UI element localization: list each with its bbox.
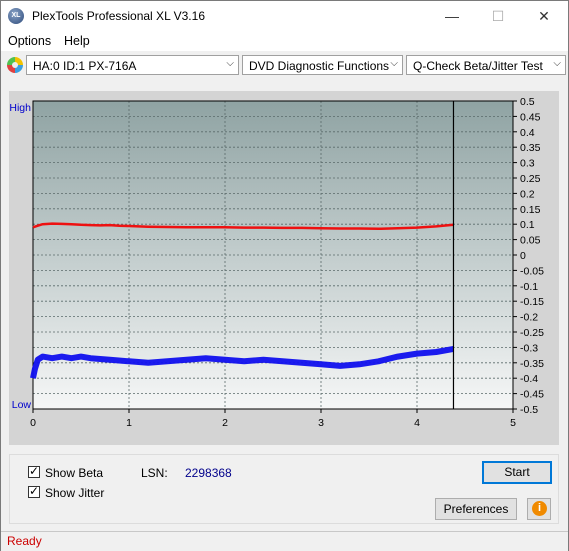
app-window: XL PlexTools Professional XL V3.16 — ☐ ✕… <box>0 0 569 551</box>
chevron-down-icon: ⌵ <box>226 58 234 69</box>
drive-select-value: HA:0 ID:1 PX-716A <box>33 59 137 73</box>
y-tick-label: 0.15 <box>520 204 541 216</box>
x-tick-label: 0 <box>30 417 36 429</box>
status-text: Ready <box>7 534 42 548</box>
maximize-button[interactable]: ☐ <box>475 1 521 31</box>
toolbar: HA:0 ID:1 PX-716A ⌵ DVD Diagnostic Funct… <box>1 52 568 80</box>
disc-icon <box>7 57 23 73</box>
y-tick-label: 0.25 <box>520 173 541 185</box>
y-tick-label: -0.15 <box>520 296 544 308</box>
chevron-down-icon: ⌵ <box>553 58 561 69</box>
chevron-down-icon: ⌵ <box>390 58 398 69</box>
close-button[interactable]: ✕ <box>521 1 567 31</box>
beta-jitter-chart: 0.5 0.45 0.4 0.35 0.3 0.25 0.2 0.15 0.1 0.05 0 -0.0… <box>9 96 544 429</box>
y-tick-label: 0.3 <box>520 158 535 170</box>
function-select[interactable]: DVD Diagnostic Functions ⌵ <box>242 55 403 75</box>
title-bar: XL PlexTools Professional XL V3.16 — ☐ ✕ <box>1 1 568 31</box>
info-button[interactable]: i <box>527 498 551 520</box>
high-label: High <box>9 102 31 114</box>
test-select-value: Q-Check Beta/Jitter Test <box>413 59 543 73</box>
y-tick-label: 0.5 <box>520 96 535 108</box>
y-tick-label: -0.25 <box>520 327 544 339</box>
y-tick-label: 0 <box>520 250 526 262</box>
status-bar: Ready <box>1 531 568 551</box>
window-title: PlexTools Professional XL V3.16 <box>32 9 205 23</box>
show-beta-checkbox[interactable] <box>28 464 40 478</box>
y-tick-label: 0.05 <box>520 235 541 247</box>
plextools-app-icon: XL <box>8 8 24 24</box>
x-tick-label: 4 <box>414 417 420 429</box>
menu-help[interactable]: Help <box>64 34 90 48</box>
lsn-value: 2298368 <box>185 466 232 480</box>
controls-panel: Show Beta Show Jitter LSN: 2298368 Start… <box>9 454 559 524</box>
y-tick-label: -0.4 <box>520 373 538 385</box>
chart-panel: 0.5 0.45 0.4 0.35 0.3 0.25 0.2 0.15 0.1 0.05 0 -0.0… <box>9 91 559 445</box>
x-tick-label: 1 <box>126 417 132 429</box>
y-tick-label: 0.4 <box>520 127 535 139</box>
show-jitter-label[interactable]: Show Jitter <box>45 486 104 500</box>
drive-select[interactable]: HA:0 ID:1 PX-716A ⌵ <box>26 55 239 75</box>
y-tick-label: -0.3 <box>520 342 538 354</box>
show-beta-label[interactable]: Show Beta <box>45 466 103 480</box>
y-tick-label: -0.5 <box>520 404 538 416</box>
y-tick-label: -0.35 <box>520 358 544 370</box>
preferences-button[interactable]: Preferences <box>435 498 517 520</box>
x-tick-label: 3 <box>318 417 324 429</box>
menu-options[interactable]: Options <box>8 34 51 48</box>
y-tick-label: -0.1 <box>520 281 538 293</box>
info-icon: i <box>532 501 547 516</box>
y-tick-label: 0.1 <box>520 219 535 231</box>
menu-bar: Options Help <box>1 31 568 51</box>
y-tick-label: 0.35 <box>520 142 541 154</box>
x-tick-label: 2 <box>222 417 228 429</box>
show-jitter-checkbox[interactable] <box>28 484 40 498</box>
low-label: Low <box>12 399 32 411</box>
y-tick-label: -0.45 <box>520 389 544 401</box>
y-tick-label: -0.2 <box>520 312 538 324</box>
x-tick-label: 5 <box>510 417 516 429</box>
function-select-value: DVD Diagnostic Functions <box>249 59 390 73</box>
test-select[interactable]: Q-Check Beta/Jitter Test ⌵ <box>406 55 566 75</box>
minimize-button[interactable]: — <box>429 1 475 31</box>
y-tick-label: 0.45 <box>520 111 541 123</box>
start-button[interactable]: Start <box>482 461 552 484</box>
y-tick-label: -0.05 <box>520 265 544 277</box>
y-tick-label: 0.2 <box>520 188 535 200</box>
lsn-label: LSN: <box>141 466 168 480</box>
